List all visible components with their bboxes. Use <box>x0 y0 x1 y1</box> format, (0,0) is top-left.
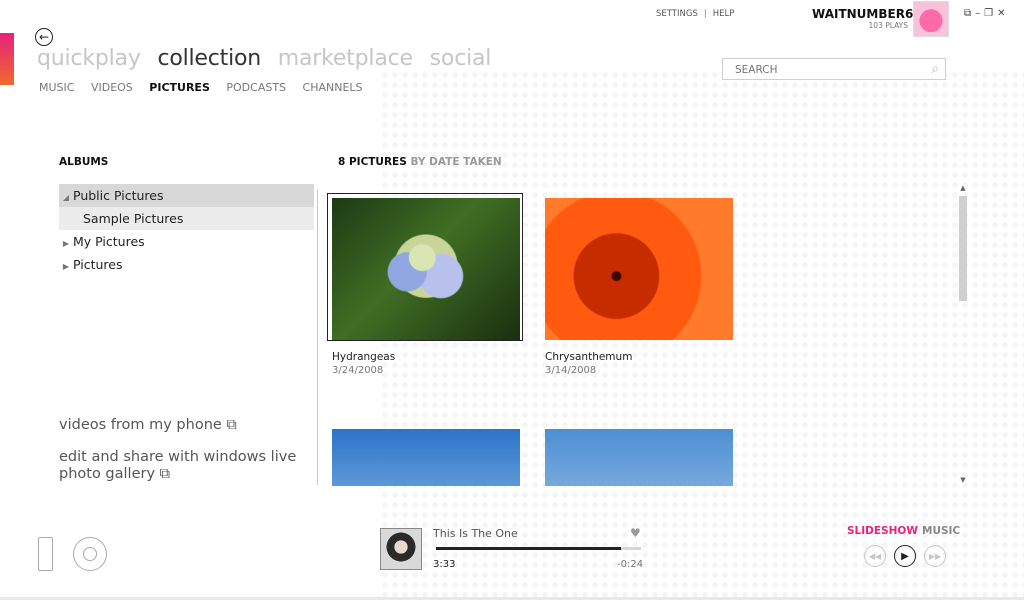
picture-grid: Hydrangeas 3/24/2008 Chrysanthemum 3/14/… <box>325 188 965 486</box>
main-pivot: quickplay collection marketplace social <box>37 46 501 71</box>
avatar[interactable] <box>913 1 949 37</box>
grid-scrollbar[interactable]: ▲ ▼ <box>958 184 968 484</box>
window-controls: ⧉ – ❐ ✕ <box>964 8 1010 19</box>
picture-title: Hydrangeas <box>332 351 396 363</box>
grid-header: 8 PICTURES BY DATE TAKEN <box>338 156 502 168</box>
albums-heading: ALBUMS <box>59 156 109 168</box>
restore-icon[interactable]: ❐ <box>984 8 993 19</box>
previous-icon: ◀◀ <box>868 551 882 561</box>
play-button[interactable]: ▶ <box>894 545 916 567</box>
accent-bar <box>0 33 14 85</box>
previous-button[interactable]: ◀◀ <box>864 545 886 567</box>
now-playing-title: This Is The One <box>433 527 518 540</box>
user-plays: 103 PLAYS <box>868 21 908 30</box>
subnav-podcasts[interactable]: PODCASTS <box>226 81 286 94</box>
settings-link[interactable]: SETTINGS <box>656 9 698 19</box>
remaining-time: -0:24 <box>617 559 644 570</box>
search-box: ⌕ <box>722 58 946 80</box>
sub-navigation: MUSIC VIDEOS PICTURES PODCASTS CHANNELS <box>39 81 376 94</box>
pivot-collection[interactable]: collection <box>157 46 261 71</box>
picture-thumbnail[interactable] <box>332 429 520 486</box>
music-toggle[interactable]: MUSIC <box>922 525 960 537</box>
pivot-quickplay[interactable]: quickplay <box>37 46 141 71</box>
album-sample-pictures[interactable]: Sample Pictures <box>59 207 314 230</box>
picture-tile-hydrangeas[interactable]: Hydrangeas 3/24/2008 <box>327 193 523 376</box>
subnav-pictures[interactable]: PICTURES <box>149 81 210 94</box>
user-info[interactable]: WAITNUMBER6 103 PLAYS <box>812 7 914 30</box>
pane-divider <box>317 190 318 485</box>
next-icon: ▶▶ <box>928 551 942 561</box>
search-input[interactable] <box>733 63 917 77</box>
album-public-pictures[interactable]: ◢ Public Pictures <box>59 184 314 207</box>
live-gallery-link-line1[interactable]: edit and share with windows live <box>59 449 296 465</box>
link-separator: | <box>703 9 707 19</box>
picture-tile-chrysanthemum[interactable]: Chrysanthemum 3/14/2008 <box>545 198 733 376</box>
album-list: ◢ Public Pictures Sample Pictures ▶ My Pic… <box>59 184 314 276</box>
expand-triangle-icon[interactable]: ▶ <box>59 255 73 278</box>
top-links: SETTINGS | HELP <box>656 9 734 19</box>
close-icon[interactable]: ✕ <box>997 8 1005 19</box>
picture-tile-penguins[interactable] <box>545 429 733 486</box>
scroll-thumb[interactable] <box>959 196 967 301</box>
album-label: Public Pictures <box>73 188 164 203</box>
next-button[interactable]: ▶▶ <box>924 545 946 567</box>
pivot-marketplace[interactable]: marketplace <box>278 46 413 71</box>
progress-bar[interactable] <box>436 547 641 550</box>
back-button[interactable]: ← <box>35 28 53 46</box>
picture-date: 3/14/2008 <box>545 365 597 376</box>
selection-frame <box>327 193 523 341</box>
play-icon: ▶ <box>901 550 909 562</box>
picture-title: Chrysanthemum <box>545 351 633 363</box>
picture-date: 3/24/2008 <box>332 365 384 376</box>
magnifier-icon[interactable]: ⌕ <box>931 61 939 77</box>
subnav-music[interactable]: MUSIC <box>39 81 74 94</box>
compact-mode-icon[interactable]: ⧉ <box>964 8 971 19</box>
album-my-pictures[interactable]: ▶ My Pictures <box>59 230 314 253</box>
disc-icon[interactable] <box>73 537 107 571</box>
album-pictures[interactable]: ▶ Pictures <box>59 253 314 276</box>
pivot-social[interactable]: social <box>430 46 492 71</box>
back-arrow-icon: ← <box>38 30 50 44</box>
picture-count: 8 PICTURES <box>338 156 407 168</box>
scroll-up-icon[interactable]: ▲ <box>958 184 968 192</box>
subnav-channels[interactable]: CHANNELS <box>303 81 363 94</box>
scroll-down-icon[interactable]: ▼ <box>958 476 968 484</box>
elapsed-time: 3:33 <box>433 559 456 570</box>
progress-fill <box>436 547 621 550</box>
phone-icon[interactable] <box>38 537 53 571</box>
videos-from-phone-link[interactable]: videos from my phone ⧉ <box>59 417 237 433</box>
album-label: Sample Pictures <box>83 211 184 226</box>
live-gallery-link-line2[interactable]: photo gallery ⧉ <box>59 466 170 482</box>
album-label: Pictures <box>73 257 123 272</box>
sort-label[interactable]: BY DATE TAKEN <box>410 156 501 168</box>
picture-thumbnail[interactable] <box>545 198 733 340</box>
picture-thumbnail[interactable] <box>545 429 733 486</box>
slideshow-toggle[interactable]: SLIDESHOW <box>847 525 918 537</box>
picture-tile-desert[interactable] <box>332 429 520 486</box>
minimize-icon[interactable]: – <box>975 8 980 19</box>
subnav-videos[interactable]: VIDEOS <box>91 81 133 94</box>
expand-triangle-icon[interactable]: ▶ <box>59 232 73 255</box>
album-art[interactable] <box>380 528 422 570</box>
user-name: WAITNUMBER6 <box>812 7 914 21</box>
help-link[interactable]: HELP <box>713 9 735 19</box>
collapse-triangle-icon[interactable]: ◢ <box>59 186 73 209</box>
heart-icon[interactable]: ♥ <box>630 526 641 540</box>
album-label: My Pictures <box>73 234 145 249</box>
